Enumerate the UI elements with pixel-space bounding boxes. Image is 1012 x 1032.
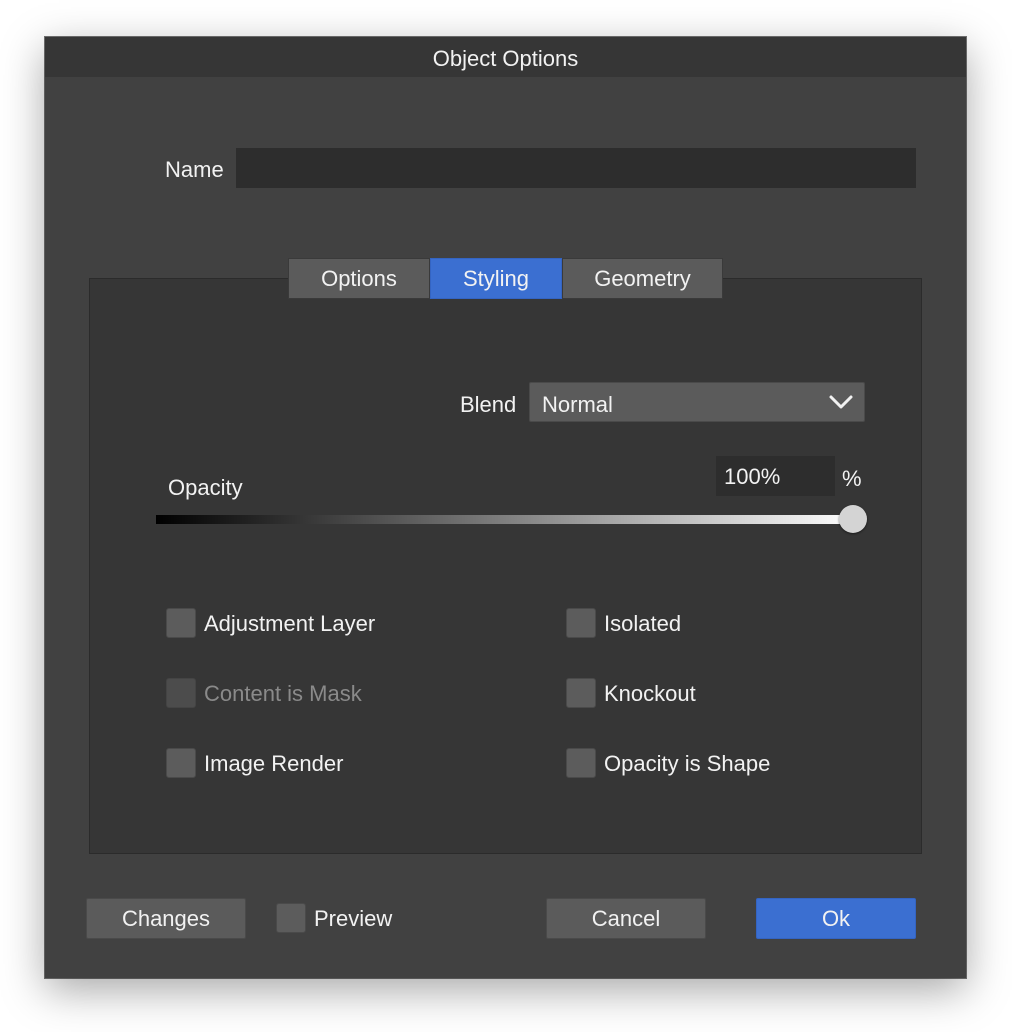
tab-bar: Options Styling Geometry [288, 258, 723, 299]
knockout-checkbox[interactable] [566, 678, 596, 708]
object-options-dialog: Object Options Name Options Styling Geom… [45, 37, 966, 978]
content-is-mask-checkbox [166, 678, 196, 708]
cancel-button[interactable]: Cancel [546, 898, 706, 939]
opacity-slider-thumb[interactable] [839, 505, 867, 533]
isolated-label: Isolated [604, 611, 682, 636]
adjustment-layer-checkbox[interactable] [166, 608, 196, 638]
blend-label: Blend [460, 392, 517, 417]
opacity-value-field[interactable]: 100% [716, 456, 835, 496]
blend-mode-value: Normal [542, 392, 613, 417]
knockout-label: Knockout [604, 681, 696, 706]
opacity-is-shape-label: Opacity is Shape [604, 751, 771, 776]
content-is-mask-label: Content is Mask [204, 681, 362, 706]
ok-button[interactable]: Ok [756, 898, 916, 939]
preview-label: Preview [314, 906, 393, 931]
opacity-label: Opacity [168, 475, 243, 500]
name-label: Name [165, 157, 224, 182]
tab-options[interactable]: Options [288, 258, 430, 299]
opacity-slider-track[interactable] [156, 515, 856, 524]
opacity-unit-label: % [842, 466, 862, 491]
isolated-checkbox[interactable] [566, 608, 596, 638]
tab-styling[interactable]: Styling [430, 258, 562, 299]
tab-geometry[interactable]: Geometry [562, 258, 723, 299]
opacity-is-shape-checkbox[interactable] [566, 748, 596, 778]
adjustment-layer-label: Adjustment Layer [204, 611, 376, 636]
image-render-checkbox[interactable] [166, 748, 196, 778]
name-input[interactable] [236, 148, 916, 188]
dialog-title: Object Options [45, 37, 966, 77]
blend-mode-select[interactable]: Normal [529, 382, 865, 422]
preview-checkbox[interactable] [276, 903, 306, 933]
changes-button[interactable]: Changes [86, 898, 246, 939]
chevron-down-icon [829, 395, 853, 409]
image-render-label: Image Render [204, 751, 344, 776]
